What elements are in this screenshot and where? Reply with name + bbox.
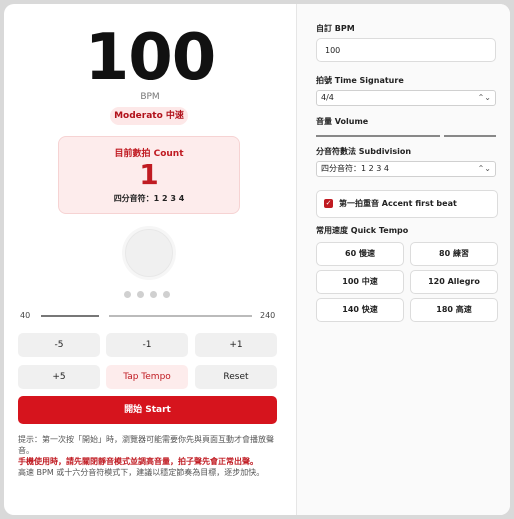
quick-tempo-80-button[interactable]: 80 練習 <box>410 242 498 266</box>
bpm-slider-min: 40 <box>20 311 31 320</box>
subdivision-value: 四分音符：1 2 3 4 <box>321 164 389 173</box>
count-value: 1 <box>139 158 159 191</box>
custom-bpm-label: 自訂 BPM <box>316 24 355 33</box>
volume-slider-track[interactable] <box>444 135 496 137</box>
accent-checkbox[interactable]: ✓ <box>324 199 333 208</box>
quick-tempo-100-button[interactable]: 100 中速 <box>316 270 404 294</box>
minus-5-button[interactable]: -5 <box>18 333 100 357</box>
subdivision-label: 分音符數法 Subdivision <box>316 147 412 156</box>
start-button[interactable]: 開始 Start <box>18 396 277 424</box>
beat-dot <box>124 291 131 298</box>
volume-label: 音量 Volume <box>316 117 369 126</box>
beat-dot <box>163 291 170 298</box>
subdivision-select[interactable]: 四分音符：1 2 3 4 ⌃⌄ <box>316 161 496 177</box>
beat-dot <box>137 291 144 298</box>
tips-text: 提示：第一次按「開始」時，瀏覽器可能需要你先與頁面互動才會播放聲音。 手機使用時… <box>18 434 282 478</box>
tip-line: 高速 BPM 或十六分音符模式下，建議以穩定節奏為目標，逐步加快。 <box>18 468 265 477</box>
tap-tempo-button[interactable]: Tap Tempo <box>106 365 188 389</box>
quick-tempo-140-button[interactable]: 140 快速 <box>316 298 404 322</box>
bpm-slider-max: 240 <box>260 311 276 320</box>
bpm-display: 100 <box>84 21 217 95</box>
select-chevron-icon: ⌃⌄ <box>477 93 491 102</box>
time-signature-value: 4/4 <box>321 93 334 102</box>
custom-bpm-input[interactable]: 100 <box>316 38 496 62</box>
select-chevron-icon: ⌃⌄ <box>477 164 491 173</box>
beat-dot <box>150 291 157 298</box>
accent-label: 第一拍重音 Accent first beat <box>339 199 457 208</box>
tempo-name-badge: Moderato 中速 <box>110 107 188 125</box>
bpm-unit-label: BPM <box>140 92 160 102</box>
minus-1-button[interactable]: -1 <box>106 333 188 357</box>
beat-pulse-indicator <box>125 229 173 277</box>
bpm-slider-thumb[interactable] <box>99 309 110 323</box>
count-subdivision: 四分音符：1 2 3 4 <box>113 194 185 203</box>
metronome-main-panel: 100 BPM Moderato 中速 目前數拍 Count 1 四分音符：1 … <box>4 4 296 515</box>
time-signature-select[interactable]: 4/4 ⌃⌄ <box>316 90 496 106</box>
bpm-slider-fill <box>41 315 105 317</box>
plus-5-button[interactable]: +5 <box>18 365 100 389</box>
quick-tempo-120-button[interactable]: 120 Allegro <box>410 270 498 294</box>
tip-warning: 手機使用時，請先關閉靜音模式並調高音量，拍子聲先會正常出聲。 <box>18 457 258 466</box>
quick-tempo-60-button[interactable]: 60 慢速 <box>316 242 404 266</box>
tip-line: 提示：第一次按「開始」時，瀏覽器可能需要你先與頁面互動才會播放聲音。 <box>18 435 274 455</box>
beat-count-box: 目前數拍 Count 1 四分音符：1 2 3 4 <box>58 136 240 214</box>
quick-tempo-label: 常用速度 Quick Tempo <box>316 226 409 235</box>
reset-button[interactable]: Reset <box>195 365 277 389</box>
settings-panel: 自訂 BPM 100 拍號 Time Signature 4/4 ⌃⌄ 音量 V… <box>296 4 510 515</box>
metronome-card: 100 BPM Moderato 中速 目前數拍 Count 1 四分音符：1 … <box>4 4 510 515</box>
quick-tempo-180-button[interactable]: 180 高速 <box>410 298 498 322</box>
time-signature-label: 拍號 Time Signature <box>316 76 404 85</box>
accent-first-beat-option[interactable]: ✓ 第一拍重音 Accent first beat <box>316 190 498 218</box>
plus-1-button[interactable]: +1 <box>195 333 277 357</box>
volume-slider-fill[interactable] <box>316 135 440 137</box>
